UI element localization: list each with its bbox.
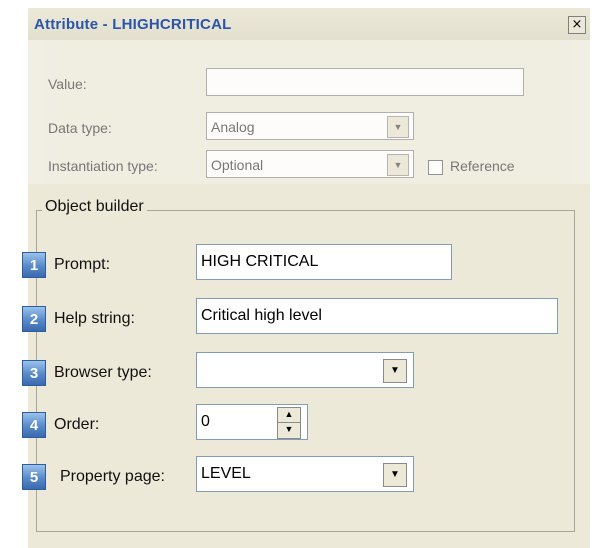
property-page-value: LEVEL (201, 465, 251, 482)
step-1-badge: 1 (22, 252, 46, 278)
prompt-label: Prompt: (54, 256, 111, 273)
step-3-badge: 3 (22, 360, 46, 386)
instantiation-type-label: Instantiation type: (48, 158, 158, 174)
data-type-select[interactable]: Analog ▼ (206, 112, 414, 140)
window-title: Attribute - LHIGHCRITICAL (34, 16, 232, 33)
data-type-value: Analog (211, 119, 255, 135)
value-input[interactable] (206, 68, 524, 96)
object-builder-section: Object builder 1 Prompt: HIGH CRITICAL 2… (22, 184, 590, 548)
browser-type-select[interactable]: ▼ (196, 352, 414, 388)
property-page-dropdown-icon[interactable]: ▼ (383, 463, 407, 487)
close-button[interactable]: × (568, 16, 586, 34)
property-page-label: Property page: (60, 468, 165, 485)
reference-checkbox[interactable] (428, 160, 443, 175)
reference-label: Reference (450, 158, 515, 174)
help-string-label: Help string: (54, 310, 135, 327)
instantiation-dropdown-icon[interactable]: ▼ (387, 154, 409, 176)
property-page-select[interactable]: LEVEL ▼ (196, 456, 414, 492)
browser-type-label: Browser type: (54, 364, 152, 381)
title-bar: Attribute - LHIGHCRITICAL × (28, 8, 590, 40)
value-label: Value: (48, 76, 87, 92)
order-stepper[interactable]: 0 ▲ ▼ (196, 404, 308, 440)
spin-down-icon[interactable]: ▼ (277, 422, 301, 439)
instantiation-type-value: Optional (211, 157, 264, 173)
attribute-dialog: Attribute - LHIGHCRITICAL × Value: Data … (22, 8, 590, 548)
browser-type-dropdown-icon[interactable]: ▼ (383, 359, 407, 383)
instantiation-type-select[interactable]: Optional ▼ (206, 150, 414, 178)
order-value: 0 (201, 413, 210, 430)
step-2-badge: 2 (22, 306, 46, 332)
attribute-properties-section: Value: Data type: Analog ▼ Instantiation… (28, 40, 590, 190)
step-4-badge: 4 (22, 412, 46, 438)
data-type-dropdown-icon[interactable]: ▼ (387, 116, 409, 138)
object-builder-title: Object builder (42, 198, 147, 216)
data-type-label: Data type: (48, 120, 112, 136)
help-string-input[interactable]: Critical high level (196, 298, 558, 334)
prompt-input[interactable]: HIGH CRITICAL (196, 244, 452, 280)
step-5-badge: 5 (22, 464, 46, 490)
order-label: Order: (54, 416, 100, 433)
